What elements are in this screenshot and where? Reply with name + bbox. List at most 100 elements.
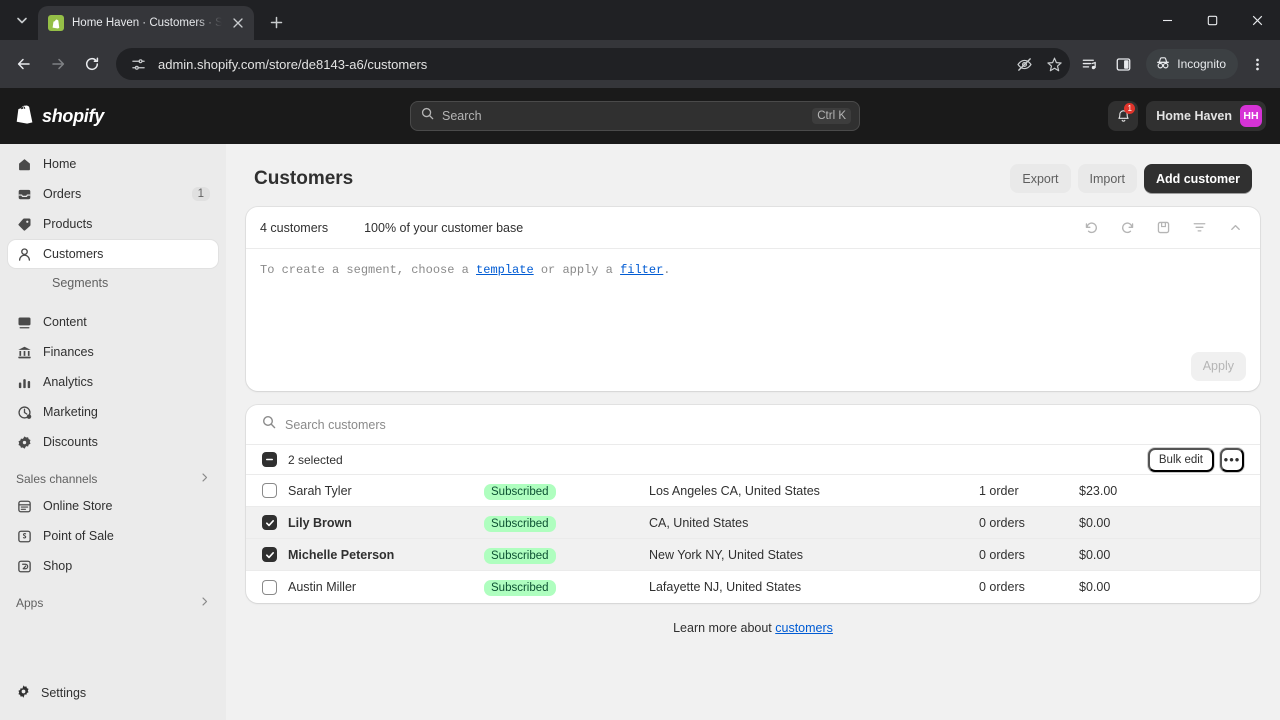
notifications-button[interactable]: 1 <box>1108 101 1139 131</box>
global-search-input[interactable]: Search Ctrl K <box>410 101 860 131</box>
browser-toolbar: admin.shopify.com/store/de8143-a6/custom… <box>0 40 1280 88</box>
sidebar-section-apps[interactable]: Apps <box>8 590 218 616</box>
customer-search-field[interactable]: Search customers <box>246 405 1260 445</box>
search-icon <box>421 107 434 125</box>
shopify-logo[interactable]: shopify <box>14 102 104 130</box>
settings-label: Settings <box>41 686 87 700</box>
kebab-menu-icon[interactable] <box>1242 49 1272 79</box>
eye-off-icon[interactable] <box>1014 54 1034 74</box>
undo-icon[interactable] <box>1080 217 1102 239</box>
sidebar-item-settings[interactable]: Settings <box>8 678 218 708</box>
sidebar-item-point-of-sale[interactable]: Point of Sale <box>8 522 218 550</box>
sidebar-item-finances[interactable]: Finances <box>8 338 218 366</box>
storefront-icon <box>16 498 33 515</box>
filter-link[interactable]: filter <box>620 263 663 277</box>
chevron-right-icon <box>199 596 210 610</box>
star-icon[interactable] <box>1044 54 1064 74</box>
new-tab-button[interactable] <box>262 8 290 36</box>
sidebar-item-products[interactable]: Products <box>8 210 218 238</box>
sidebar-label: Point of Sale <box>43 529 114 543</box>
browser-window: Home Haven · Customers · Sho admin.shopi… <box>0 0 1280 720</box>
bar-chart-icon <box>16 374 33 391</box>
customers-help-link[interactable]: customers <box>775 621 833 635</box>
sidebar-section-sales-channels[interactable]: Sales channels <box>8 466 218 492</box>
shopify-wordmark: shopify <box>42 105 104 126</box>
sidebar-item-segments[interactable]: Segments <box>8 270 218 296</box>
bulk-edit-button[interactable]: Bulk edit <box>1147 447 1214 472</box>
status-badge: Subscribed <box>484 483 556 500</box>
export-button[interactable]: Export <box>1010 164 1071 193</box>
chevron-up-icon[interactable] <box>1224 217 1246 239</box>
side-panel-icon[interactable] <box>1108 49 1138 79</box>
maximize-icon[interactable] <box>1190 0 1235 40</box>
page-settings-icon[interactable] <box>128 54 148 74</box>
shopify-bag-logo-icon <box>14 102 35 130</box>
store-account-chip[interactable]: Home Haven HH <box>1146 101 1266 131</box>
template-link[interactable]: template <box>476 263 534 277</box>
chevron-right-icon <box>199 472 210 486</box>
select-all-checkbox[interactable] <box>262 452 277 467</box>
sidebar-item-marketing[interactable]: Marketing <box>8 398 218 426</box>
page-header: Customers Export Import Add customer <box>246 144 1260 207</box>
sidebar-item-orders[interactable]: Orders 1 <box>8 180 218 208</box>
sidebar-label: Home <box>43 157 77 171</box>
sidebar-label: Online Store <box>43 499 113 513</box>
segment-footer: Apply <box>246 341 1260 391</box>
customer-location: New York NY, United States <box>649 547 804 562</box>
marketing-icon <box>16 404 33 421</box>
table-row[interactable]: Austin Miller Subscribed Lafayette NJ, U… <box>246 571 1260 603</box>
sidebar-item-analytics[interactable]: Analytics <box>8 368 218 396</box>
sidebar-label: Content <box>43 315 87 329</box>
address-bar[interactable]: admin.shopify.com/store/de8143-a6/custom… <box>116 48 1071 80</box>
topbar-right: 1 Home Haven HH <box>1108 101 1266 131</box>
home-icon <box>16 156 33 173</box>
segment-query-editor[interactable]: To create a segment, choose a template o… <box>246 249 1260 341</box>
content-icon <box>16 314 33 331</box>
table-row[interactable]: Sarah Tyler Subscribed Los Angeles CA, U… <box>246 475 1260 507</box>
customers-list-card: Search customers 2 selected Bulk edit ••… <box>246 405 1260 603</box>
sidebar-label: Marketing <box>43 405 98 419</box>
apply-button[interactable]: Apply <box>1190 351 1246 381</box>
sidebar-item-discounts[interactable]: Discounts <box>8 428 218 456</box>
orders-icon <box>16 186 33 203</box>
table-row[interactable]: Lily Brown Subscribed CA, United States … <box>246 507 1260 539</box>
discount-icon <box>16 434 33 451</box>
status-badge: Subscribed <box>484 547 556 564</box>
browser-tab[interactable]: Home Haven · Customers · Sho <box>38 6 254 40</box>
segment-editor-card: 4 customers 100% of your customer base T… <box>246 207 1260 391</box>
tab-close-icon[interactable] <box>230 15 246 31</box>
address-bar-url: admin.shopify.com/store/de8143-a6/custom… <box>158 56 428 72</box>
filter-icon[interactable] <box>1188 217 1210 239</box>
import-button[interactable]: Import <box>1077 164 1137 193</box>
redo-icon[interactable] <box>1116 217 1138 239</box>
tab-search-icon[interactable] <box>8 6 36 34</box>
add-customer-button[interactable]: Add customer <box>1143 164 1252 193</box>
table-row[interactable]: Michelle Peterson Subscribed New York NY… <box>246 539 1260 571</box>
customer-location: Los Angeles CA, United States <box>649 483 820 498</box>
more-actions-button[interactable]: ••• <box>1220 447 1244 472</box>
hint-prefix: To create a segment, choose a <box>260 263 477 277</box>
sidebar-label: Products <box>43 217 93 231</box>
shopify-topbar: shopify Search Ctrl K 1 Home Haven HH <box>0 88 1280 144</box>
reading-list-icon[interactable] <box>1074 49 1104 79</box>
sidebar-item-online-store[interactable]: Online Store <box>8 492 218 520</box>
save-view-icon[interactable] <box>1152 217 1174 239</box>
reload-icon[interactable] <box>76 48 108 80</box>
main-content: Customers Export Import Add customer 4 c… <box>226 144 1280 720</box>
row-checkbox[interactable] <box>262 547 277 562</box>
incognito-profile-chip[interactable]: Incognito <box>1146 49 1238 79</box>
sidebar-item-customers[interactable]: Customers <box>8 240 218 268</box>
row-checkbox[interactable] <box>262 515 277 530</box>
store-name-label: Home Haven <box>1156 109 1232 123</box>
close-window-icon[interactable] <box>1235 0 1280 40</box>
sidebar-item-shop[interactable]: Shop <box>8 552 218 580</box>
orders-count-badge: 1 <box>191 187 210 201</box>
forward-arrow-icon <box>42 48 74 80</box>
learn-more-footer: Learn more about customers <box>246 603 1260 635</box>
back-arrow-icon[interactable] <box>8 48 40 80</box>
row-checkbox[interactable] <box>262 579 277 595</box>
row-checkbox[interactable] <box>262 483 277 498</box>
sidebar-item-home[interactable]: Home <box>8 150 218 178</box>
sidebar-item-content[interactable]: Content <box>8 308 218 336</box>
minimize-icon[interactable] <box>1145 0 1190 40</box>
